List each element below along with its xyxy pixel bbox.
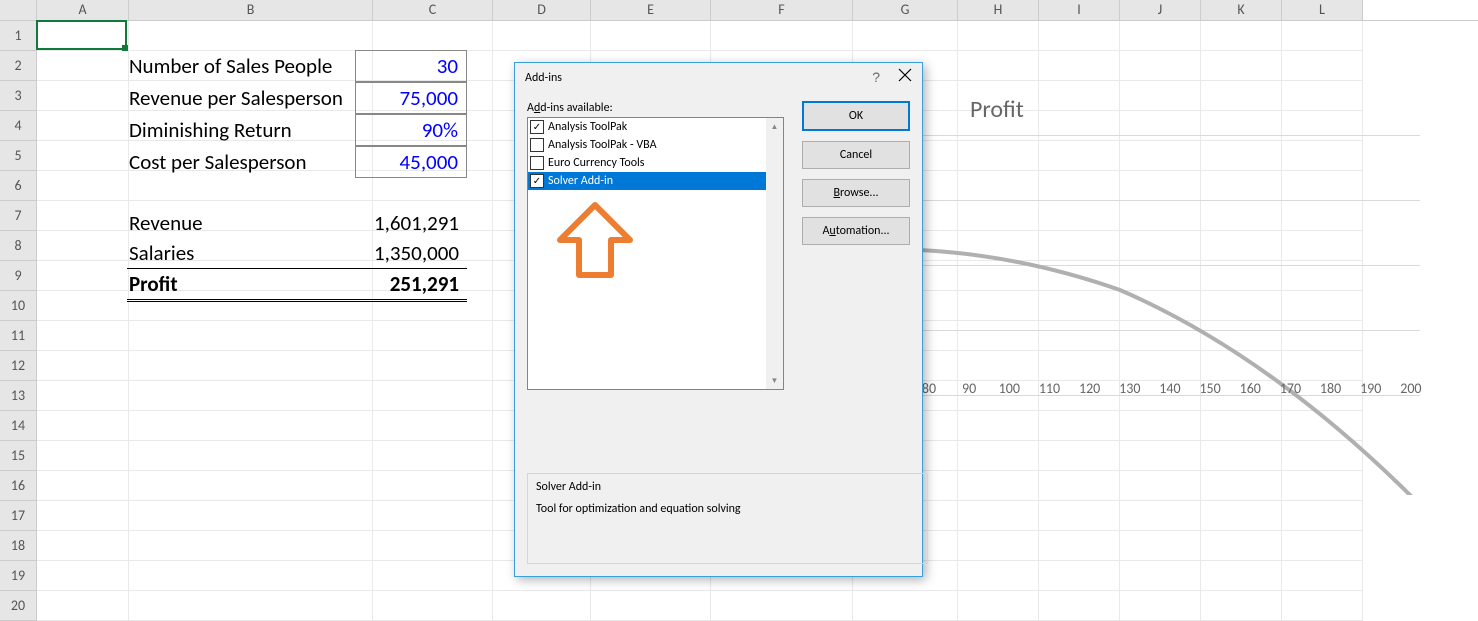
row-header-7[interactable]: 7 bbox=[0, 201, 37, 231]
row-header-6[interactable]: 6 bbox=[0, 171, 37, 201]
row-header-8[interactable]: 8 bbox=[0, 231, 37, 261]
input-label-1: Revenue per Salesperson bbox=[127, 82, 355, 114]
column-headers: ABCDEFGHIJKL bbox=[0, 0, 1478, 21]
x-tick: 170 bbox=[1271, 380, 1309, 397]
row-header-5[interactable]: 5 bbox=[0, 141, 37, 171]
listbox-scrollbar[interactable]: ▲ ▼ bbox=[766, 118, 783, 389]
scroll-down-icon[interactable]: ▼ bbox=[766, 372, 783, 389]
input-value-3[interactable]: 45,000 bbox=[355, 146, 467, 178]
input-label-0: Number of Sales People bbox=[127, 50, 355, 82]
addin-checkbox[interactable] bbox=[530, 138, 544, 152]
col-header-H[interactable]: H bbox=[958, 0, 1039, 20]
select-all-corner[interactable] bbox=[0, 0, 37, 20]
x-tick: 120 bbox=[1071, 380, 1109, 397]
addin-item-2[interactable]: Euro Currency Tools bbox=[528, 154, 783, 172]
row-header-4[interactable]: 4 bbox=[0, 111, 37, 141]
col-header-J[interactable]: J bbox=[1120, 0, 1201, 20]
row-header-19[interactable]: 19 bbox=[0, 561, 37, 591]
result-label-0: Revenue bbox=[127, 208, 355, 238]
row-header-17[interactable]: 17 bbox=[0, 501, 37, 531]
input-value-2[interactable]: 90% bbox=[355, 114, 467, 146]
row-header-12[interactable]: 12 bbox=[0, 351, 37, 381]
dialog-title-text: Add-ins bbox=[525, 71, 562, 85]
row-header-20[interactable]: 20 bbox=[0, 591, 37, 621]
x-tick: 110 bbox=[1030, 380, 1068, 397]
result-value-0[interactable]: 1,601,291 bbox=[355, 208, 467, 238]
chart-title: Profit bbox=[970, 95, 1024, 124]
x-tick: 130 bbox=[1111, 380, 1149, 397]
x-tick: 140 bbox=[1151, 380, 1189, 397]
profit-label: Profit bbox=[127, 268, 355, 302]
profit-value[interactable]: 251,291 bbox=[355, 268, 467, 302]
addins-list-label: Add-ins available: bbox=[527, 101, 784, 115]
row-header-11[interactable]: 11 bbox=[0, 321, 37, 351]
addin-item-1[interactable]: Analysis ToolPak - VBA bbox=[528, 136, 783, 154]
addin-checkbox[interactable] bbox=[530, 156, 544, 170]
addins-dialog: Add-ins ? Add-ins available: ✓ Analysis T… bbox=[514, 62, 923, 577]
row-header-1[interactable]: 1 bbox=[0, 21, 37, 51]
x-tick: 160 bbox=[1231, 380, 1269, 397]
col-header-F[interactable]: F bbox=[711, 0, 853, 20]
row-header-10[interactable]: 10 bbox=[0, 291, 37, 321]
input-label-3: Cost per Salesperson bbox=[127, 146, 355, 178]
col-header-E[interactable]: E bbox=[591, 0, 711, 20]
row-header-9[interactable]: 9 bbox=[0, 261, 37, 291]
col-header-K[interactable]: K bbox=[1201, 0, 1282, 20]
spreadsheet-content: Number of Sales People30 Revenue per Sal… bbox=[127, 50, 477, 302]
row-header-14[interactable]: 14 bbox=[0, 411, 37, 441]
x-tick: 90 bbox=[950, 380, 988, 397]
automation-button[interactable]: Automation... bbox=[802, 217, 910, 245]
row-header-13[interactable]: 13 bbox=[0, 381, 37, 411]
browse-button[interactable]: Browse... bbox=[802, 179, 910, 207]
scroll-up-icon[interactable]: ▲ bbox=[766, 118, 783, 135]
addin-checkbox[interactable]: ✓ bbox=[530, 174, 544, 188]
x-tick: 150 bbox=[1191, 380, 1229, 397]
addin-item-label: Analysis ToolPak bbox=[548, 120, 627, 134]
row-header-15[interactable]: 15 bbox=[0, 441, 37, 471]
profit-chart[interactable]: Profit 809010011012013014015016017018019… bbox=[920, 85, 1478, 505]
input-value-1[interactable]: 75,000 bbox=[355, 82, 467, 114]
row-header-18[interactable]: 18 bbox=[0, 531, 37, 561]
addin-description-panel: Solver Add-in Tool for optimization and … bbox=[527, 473, 928, 564]
chart-line bbox=[920, 135, 1420, 495]
result-value-1[interactable]: 1,350,000 bbox=[355, 238, 467, 268]
col-header-D[interactable]: D bbox=[493, 0, 591, 20]
active-cell[interactable] bbox=[36, 20, 127, 50]
addin-description-body: Tool for optimization and equation solvi… bbox=[536, 502, 919, 516]
x-tick: 100 bbox=[990, 380, 1028, 397]
col-header-B[interactable]: B bbox=[129, 0, 373, 20]
col-header-C[interactable]: C bbox=[373, 0, 493, 20]
col-header-L[interactable]: L bbox=[1282, 0, 1363, 20]
col-header-A[interactable]: A bbox=[37, 0, 129, 20]
cancel-button[interactable]: Cancel bbox=[802, 141, 910, 169]
input-label-2: Diminishing Return bbox=[127, 114, 355, 146]
addin-checkbox[interactable]: ✓ bbox=[530, 120, 544, 134]
dialog-titlebar[interactable]: Add-ins ? bbox=[515, 63, 922, 93]
x-tick: 190 bbox=[1352, 380, 1390, 397]
row-header-3[interactable]: 3 bbox=[0, 81, 37, 111]
addin-item-0[interactable]: ✓ Analysis ToolPak bbox=[528, 118, 783, 136]
annotation-arrow-icon bbox=[548, 200, 643, 295]
chart-x-ticks: 8090100110120130140150160170180190200 bbox=[910, 380, 1430, 397]
row-header-2[interactable]: 2 bbox=[0, 51, 37, 81]
addin-item-label: Solver Add-in bbox=[548, 174, 613, 188]
row-headers: 1234567891011121314151617181920 bbox=[0, 21, 37, 621]
close-icon[interactable] bbox=[898, 68, 912, 82]
addin-description-title: Solver Add-in bbox=[536, 480, 919, 494]
col-header-I[interactable]: I bbox=[1039, 0, 1120, 20]
input-value-0[interactable]: 30 bbox=[355, 50, 467, 82]
result-label-1: Salaries bbox=[127, 238, 355, 268]
x-tick: 180 bbox=[1312, 380, 1350, 397]
addin-item-3[interactable]: ✓ Solver Add-in bbox=[528, 172, 783, 190]
ok-button[interactable]: OK bbox=[802, 101, 910, 131]
col-header-G[interactable]: G bbox=[853, 0, 958, 20]
help-icon[interactable]: ? bbox=[872, 69, 880, 85]
row-header-16[interactable]: 16 bbox=[0, 471, 37, 501]
addin-item-label: Analysis ToolPak - VBA bbox=[548, 138, 657, 152]
addin-item-label: Euro Currency Tools bbox=[548, 156, 645, 170]
x-tick: 200 bbox=[1392, 380, 1430, 397]
